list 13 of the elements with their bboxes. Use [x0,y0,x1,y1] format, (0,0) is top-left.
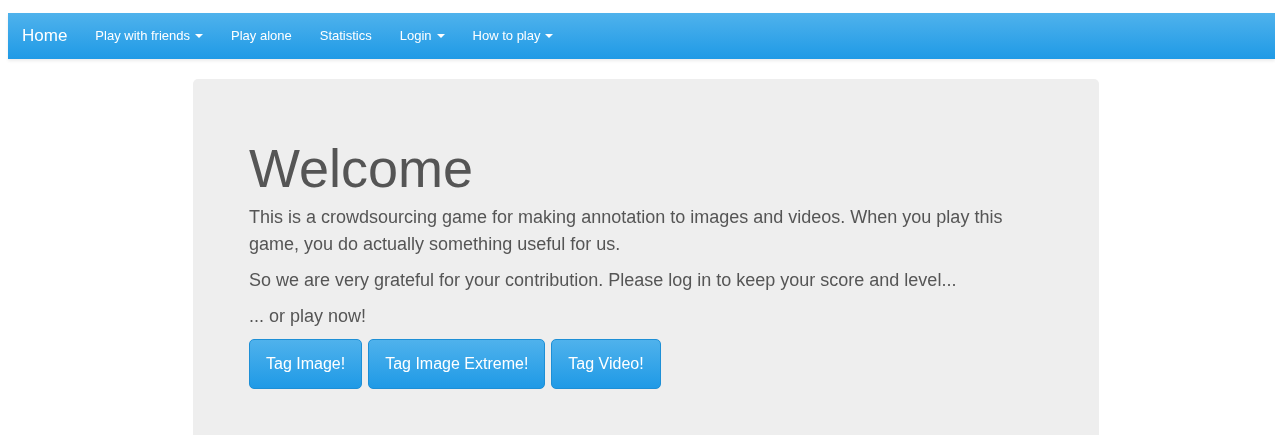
nav-dropdown[interactable]: Play with friends [81,26,217,46]
nav-link[interactable]: Play alone [217,26,306,46]
intro-text: So we are very grateful for your contribution. Please log in to keep your score and level... [249,269,958,293]
play-button[interactable]: Tag Image Extreme! [368,339,546,390]
intro-text: ... or play now! [249,305,368,329]
nav-dropdown[interactable]: Login [385,26,459,46]
home-link[interactable]: Home [22,23,68,49]
intro-text: This is a crowdsourcing game for making annotation to images and videos. When you play this game, you do actually something useful for us. [249,206,1004,257]
nav-dropdown[interactable]: How to play [458,26,568,46]
welcome-heading: Welcome [249,139,475,199]
nav-link[interactable]: Statistics [305,26,386,46]
play-button[interactable]: Tag Image! [249,339,363,390]
play-button[interactable]: Tag Video! [551,339,661,390]
